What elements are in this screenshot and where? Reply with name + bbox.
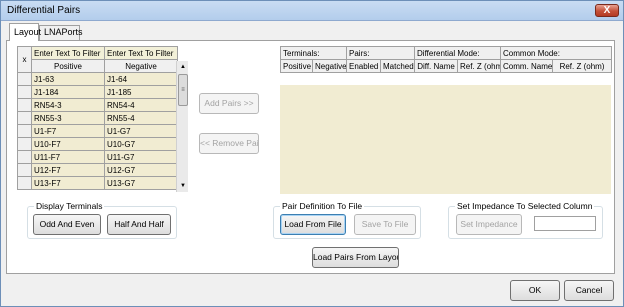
pairs-grid: Terminals: Pairs: Differential Mode: Com… [279,46,613,73]
pairs-grid-body[interactable] [280,85,611,194]
positive-cell[interactable]: J1-63 [31,72,105,86]
positive-cell[interactable]: U13-F7 [31,176,105,190]
column-header-negative[interactable]: Negative [104,59,178,73]
negative-cell[interactable]: J1-185 [104,85,178,99]
odd-and-even-button[interactable]: Odd And Even [33,214,101,235]
column-header-comm-name[interactable]: Comm. Name [500,59,554,73]
pair-definition-title: Pair Definition To File [280,201,365,211]
display-terminals-title: Display Terminals [34,201,105,211]
negative-cell[interactable]: U12-G7 [104,163,178,177]
table-row[interactable]: U11-F7 U11-G7 [17,150,178,164]
positive-filter-input[interactable]: Enter Text To Filter [31,46,105,60]
save-to-file-button[interactable]: Save To File [354,214,416,235]
tab-layout[interactable]: Layout [9,23,41,41]
negative-cell[interactable]: U1-G7 [104,124,178,138]
differential-pairs-dialog: Differential Pairs X Layout LNAPorts x E… [0,0,624,307]
column-header-positive[interactable]: Positive [280,59,313,73]
column-header-matched[interactable]: Matched [380,59,416,73]
row-header[interactable] [17,124,32,138]
column-header-diff-name[interactable]: Diff. Name [414,59,459,73]
positive-cell[interactable]: RN55-3 [31,111,105,125]
half-and-half-button[interactable]: Half And Half [107,214,171,235]
table-row[interactable]: RN54-3 RN54-4 [17,98,178,112]
terminals-grid: x Enter Text To Filter Enter Text To Fil… [17,46,178,190]
differential-mode-label: Differential Mode: [414,46,502,60]
table-row[interactable]: U12-F7 U12-G7 [17,163,178,177]
negative-cell[interactable]: RN55-4 [104,111,178,125]
remove-pairs-button[interactable]: << Remove Pairs [199,133,259,154]
tab-lnaports[interactable]: LNAPorts [39,25,83,40]
negative-filter-input[interactable]: Enter Text To Filter [104,46,178,60]
row-header[interactable] [17,98,32,112]
negative-cell[interactable]: J1-64 [104,72,178,86]
negative-cell[interactable]: RN54-4 [104,98,178,112]
row-header[interactable] [17,163,32,177]
negative-cell[interactable]: U11-G7 [104,150,178,164]
column-header-enabled[interactable]: Enabled [346,59,382,73]
column-header-diff-ref-z[interactable]: Ref. Z (ohm) [457,59,502,73]
column-header-negative[interactable]: Negative [311,59,348,73]
table-row[interactable]: U13-F7 U13-G7 [17,176,178,190]
pairs-count-label: Pairs: [346,46,416,60]
scroll-thumb[interactable]: ≡ [178,74,188,106]
row-header[interactable] [17,176,32,190]
terminals-scrollbar[interactable]: ▲ ≡ ▼ [176,61,188,192]
add-pairs-button[interactable]: Add Pairs >> [199,93,259,114]
positive-cell[interactable]: U11-F7 [31,150,105,164]
table-row[interactable]: J1-184 J1-185 [17,85,178,99]
title-bar: Differential Pairs X [1,1,623,21]
negative-cell[interactable]: U10-G7 [104,137,178,151]
close-button[interactable]: X [595,4,619,17]
scroll-down-arrow-icon[interactable]: ▼ [177,180,189,192]
positive-cell[interactable]: U12-F7 [31,163,105,177]
positive-cell[interactable]: U1-F7 [31,124,105,138]
load-from-file-button[interactable]: Load From File [280,214,346,235]
table-row[interactable]: U10-F7 U10-G7 [17,137,178,151]
clear-filter-button[interactable]: x [17,46,32,73]
column-header-comm-ref-z[interactable]: Ref. Z (ohm) [552,59,613,73]
table-row[interactable]: RN55-3 RN55-4 [17,111,178,125]
positive-cell[interactable]: U10-F7 [31,137,105,151]
impedance-value-input[interactable] [534,216,596,231]
ok-button[interactable]: OK [510,280,560,301]
row-header[interactable] [17,150,32,164]
set-impedance-button[interactable]: Set Impedance [456,214,522,235]
row-header[interactable] [17,85,32,99]
column-header-positive[interactable]: Positive [31,59,105,73]
table-row[interactable]: J1-63 J1-64 [17,72,178,86]
row-header[interactable] [17,72,32,86]
common-mode-label: Common Mode: [500,46,613,60]
scroll-up-arrow-icon[interactable]: ▲ [177,61,189,73]
cancel-button[interactable]: Cancel [564,280,614,301]
set-impedance-title: Set Impedance To Selected Column [455,201,595,211]
table-row[interactable]: U1-F7 U1-G7 [17,124,178,138]
negative-cell[interactable]: U13-G7 [104,176,178,190]
positive-cell[interactable]: J1-184 [31,85,105,99]
terminals-count-label: Terminals: [279,46,348,60]
load-pairs-from-layout-button[interactable]: Load Pairs From Layout [312,247,399,268]
window-title: Differential Pairs [7,5,81,16]
row-header[interactable] [17,111,32,125]
row-header[interactable] [17,137,32,151]
positive-cell[interactable]: RN54-3 [31,98,105,112]
